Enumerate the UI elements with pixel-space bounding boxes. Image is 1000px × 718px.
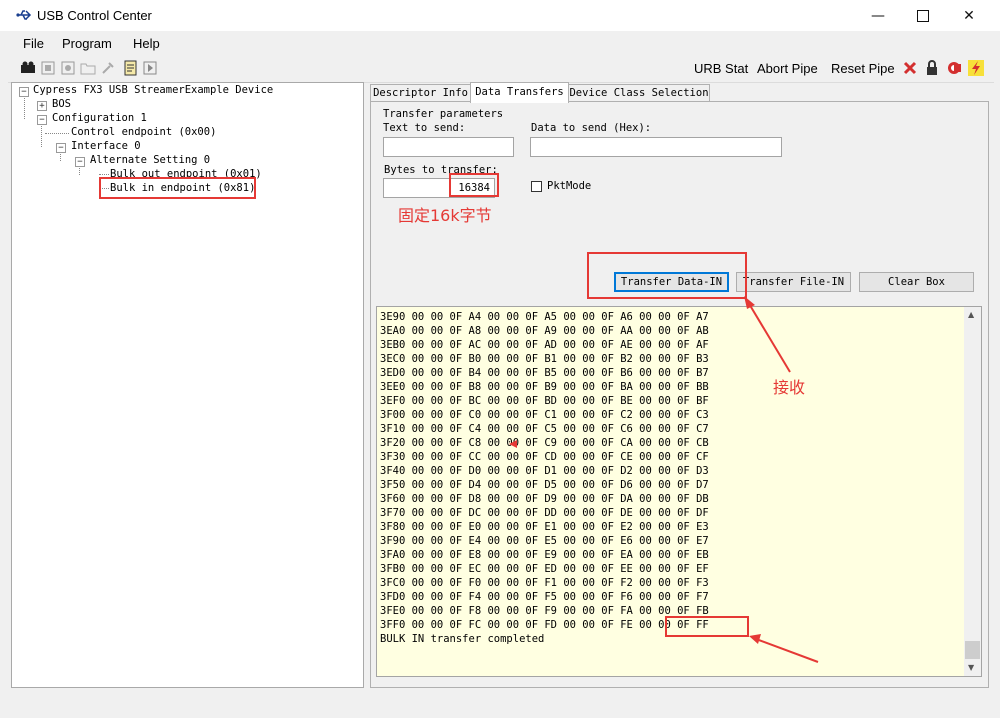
output-line: 3EC0 00 00 0F B0 00 00 0F B1 00 00 0F B2… xyxy=(380,353,709,365)
output-line: 3FB0 00 00 0F EC 00 00 0F ED 00 00 0F EE… xyxy=(380,563,709,575)
usb-app-icon xyxy=(16,10,32,20)
scroll-down-icon[interactable]: ▼ xyxy=(968,663,974,672)
title-bar: USB Control Center — ✕ xyxy=(0,0,1000,31)
pktmode-label: PktMode xyxy=(547,180,592,192)
stop-icon[interactable] xyxy=(40,60,56,76)
tree-node-control-endpoint[interactable]: Control endpoint (0x00) xyxy=(71,126,216,138)
menu-program[interactable]: Program xyxy=(62,36,112,51)
output-line: 3FA0 00 00 0F E8 00 00 0F E9 00 00 0F EA… xyxy=(380,549,709,561)
record-icon[interactable] xyxy=(60,60,76,76)
text-to-send-input[interactable] xyxy=(383,137,514,157)
output-line: 3FD0 00 00 0F F4 00 00 0F F5 00 00 0F F6… xyxy=(380,591,709,603)
output-line: 3F70 00 00 0F DC 00 00 0F DD 00 00 0F DE… xyxy=(380,507,709,519)
output-line: 3F80 00 00 0F E0 00 00 0F E1 00 00 0F E2… xyxy=(380,521,709,533)
folder-icon[interactable] xyxy=(80,60,96,76)
output-line: 3F40 00 00 0F D0 00 00 0F D1 00 00 0F D2… xyxy=(380,465,709,477)
tab-descriptor-info[interactable]: Descriptor Info xyxy=(370,84,471,102)
close-icon: ✕ xyxy=(963,7,975,24)
output-line: 3F60 00 00 0F D8 00 00 0F D9 00 00 0F DA… xyxy=(380,493,709,505)
output-text: 3E90 00 00 0F A4 00 00 0F A5 00 00 0F A6… xyxy=(380,310,709,646)
reset-pipe-button[interactable]: Reset Pipe xyxy=(831,61,895,76)
tree-collapse-toggle[interactable]: − xyxy=(19,87,29,97)
menu-bar: File Program Help xyxy=(8,32,994,55)
maximize-button[interactable] xyxy=(900,0,946,31)
tree-node-interface[interactable]: Interface 0 xyxy=(71,140,141,152)
tools-icon[interactable] xyxy=(100,60,116,76)
tree-collapse-toggle[interactable]: − xyxy=(56,143,66,153)
hex-to-send-input[interactable] xyxy=(530,137,782,157)
tree-expand-toggle[interactable]: + xyxy=(37,101,47,111)
close-button[interactable]: ✕ xyxy=(946,0,992,31)
lightning-icon[interactable] xyxy=(968,60,984,76)
highlight-transfer-button xyxy=(587,252,747,299)
output-line: 3EF0 00 00 0F BC 00 00 0F BD 00 00 0F BE… xyxy=(380,395,709,407)
disconnect-icon[interactable] xyxy=(902,60,918,76)
menu-help[interactable]: Help xyxy=(133,36,160,51)
tree-collapse-toggle[interactable]: − xyxy=(75,157,85,167)
tree-node-bos[interactable]: BOS xyxy=(52,98,71,110)
minimize-button[interactable]: — xyxy=(855,0,901,31)
camera-icon[interactable] xyxy=(20,60,36,76)
urb-stat-button[interactable]: URB Stat xyxy=(694,61,748,76)
output-line: 3F30 00 00 0F CC 00 00 0F CD 00 00 0F CE… xyxy=(380,451,709,463)
output-line: 3FC0 00 00 0F F0 00 00 0F F1 00 00 0F F2… xyxy=(380,577,709,589)
output-line: 3FF0 00 00 0F FC 00 00 0F FD 00 00 0F FE… xyxy=(380,619,709,631)
output-line: 3F50 00 00 0F D4 00 00 0F D5 00 00 0F D6… xyxy=(380,479,709,491)
annotation-receive: 接收 xyxy=(773,378,806,397)
output-line: 3EA0 00 00 0F A8 00 00 0F A9 00 00 0F AA… xyxy=(380,325,709,337)
output-line: BULK IN transfer completed xyxy=(380,633,545,645)
scroll-up-icon[interactable]: ▲ xyxy=(968,310,974,319)
output-line: 3FE0 00 00 0F F8 00 00 0F F9 00 00 0F FA… xyxy=(380,605,709,617)
toolbar: URB Stat Abort Pipe Reset Pipe xyxy=(8,56,994,83)
output-scrollbar[interactable]: ▲ ▼ xyxy=(964,307,981,676)
output-line: 3F90 00 00 0F E4 00 00 0F E5 00 00 0F E6… xyxy=(380,535,709,547)
tree-node-configuration[interactable]: Configuration 1 xyxy=(52,112,147,124)
maximize-icon xyxy=(917,9,929,22)
play-icon[interactable] xyxy=(142,60,158,76)
menu-file[interactable]: File xyxy=(23,36,44,51)
notes-icon[interactable] xyxy=(122,60,138,76)
output-line: 3ED0 00 00 0F B4 00 00 0F B5 00 00 0F B6… xyxy=(380,367,709,379)
highlight-bulk-in-endpoint xyxy=(99,177,256,199)
scrollbar-thumb[interactable] xyxy=(965,641,980,659)
output-line: 3E90 00 00 0F A4 00 00 0F A5 00 00 0F A6… xyxy=(380,311,709,323)
status-bar xyxy=(8,689,994,711)
tab-device-class-selection[interactable]: Device Class Selection xyxy=(568,84,710,102)
minimize-icon: — xyxy=(871,7,885,24)
hex-to-send-label: Data to send (Hex): xyxy=(531,122,652,134)
pktmode-checkbox[interactable] xyxy=(531,181,542,192)
output-line: 3F20 00 00 0F C8 00 00 0F C9 00 00 0F CA… xyxy=(380,437,709,449)
highlight-bytes-value xyxy=(449,173,499,197)
lock-icon[interactable] xyxy=(924,60,940,76)
annotation-fixed-16k: 固定16k字节 xyxy=(398,206,492,225)
transfer-params-label: Transfer parameters xyxy=(383,108,504,120)
transfer-file-in-button[interactable]: Transfer File-IN xyxy=(736,272,851,292)
usb-control-center-window: USB Control Center — ✕ File Program Help… xyxy=(0,0,1000,718)
window-title: USB Control Center xyxy=(37,8,152,23)
clear-box-button[interactable]: Clear Box xyxy=(859,272,974,292)
output-line: 3F00 00 00 0F C0 00 00 0F C1 00 00 0F C2… xyxy=(380,409,709,421)
output-line: 3EE0 00 00 0F B8 00 00 0F B9 00 00 0F BA… xyxy=(380,381,709,393)
tree-node-device[interactable]: Cypress FX3 USB StreamerExample Device xyxy=(33,84,273,96)
refresh-icon[interactable] xyxy=(946,60,962,76)
text-to-send-label: Text to send: xyxy=(383,122,466,134)
tree-node-alternate-setting[interactable]: Alternate Setting 0 xyxy=(90,154,210,166)
output-line: 3F10 00 00 0F C4 00 00 0F C5 00 00 0F C6… xyxy=(380,423,709,435)
tab-data-transfers[interactable]: Data Transfers xyxy=(470,82,569,103)
device-tree: − Cypress FX3 USB StreamerExample Device… xyxy=(11,82,364,688)
highlight-last-bytes xyxy=(665,616,749,637)
output-line: 3EB0 00 00 0F AC 00 00 0F AD 00 00 0F AE… xyxy=(380,339,709,351)
tab-strip: Descriptor Info Data Transfers Device Cl… xyxy=(370,82,990,103)
abort-pipe-button[interactable]: Abort Pipe xyxy=(757,61,818,76)
tree-collapse-toggle[interactable]: − xyxy=(37,115,47,125)
